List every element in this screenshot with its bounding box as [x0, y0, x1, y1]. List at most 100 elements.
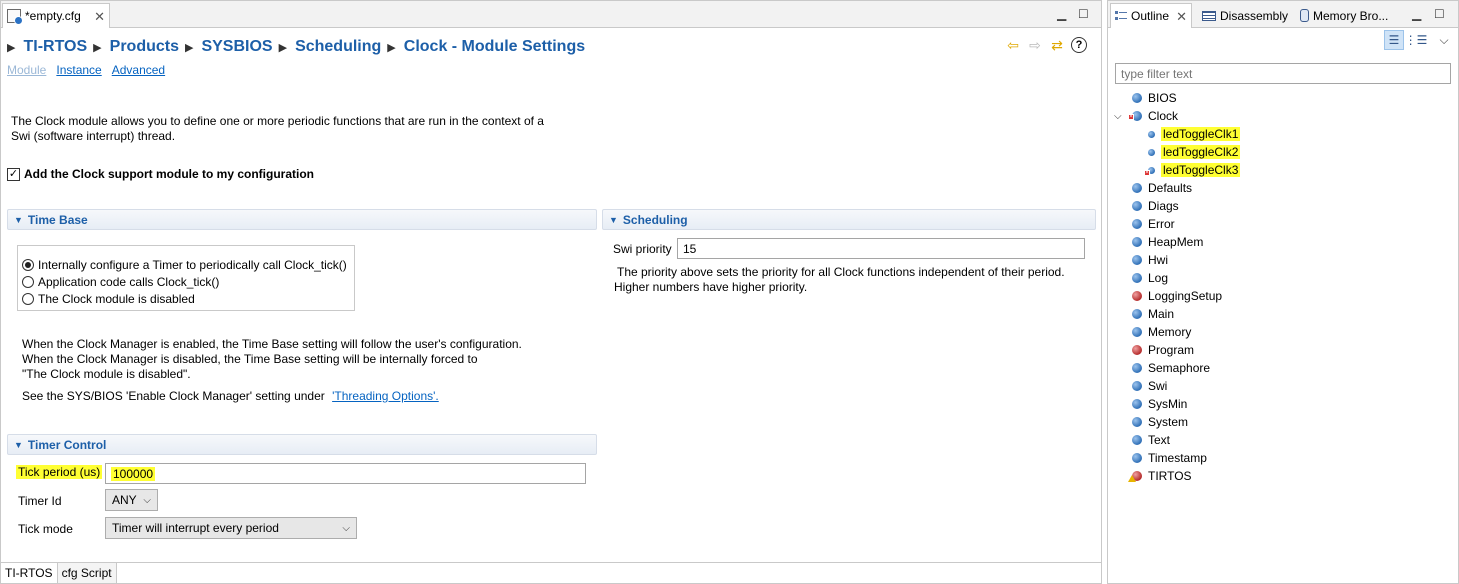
time-base-option-disabled[interactable]: The Clock module is disabled	[22, 290, 350, 307]
red-module-icon	[1132, 345, 1142, 355]
subtab-module[interactable]: Module	[7, 63, 46, 77]
note-line: When the Clock Manager is enabled, the T…	[22, 337, 522, 351]
close-icon[interactable]: ✕	[1176, 10, 1187, 23]
collapse-triangle-icon: ▼	[14, 439, 23, 450]
tree-item-defaults[interactable]: Defaults	[1114, 179, 1240, 197]
radio-button[interactable]	[22, 258, 34, 271]
tab-memory-label: Memory Bro...	[1313, 8, 1389, 23]
tree-item-label: Text	[1148, 433, 1171, 447]
subtab-advanced[interactable]: Advanced	[112, 63, 165, 77]
swi-priority-input[interactable]: 15	[677, 238, 1085, 259]
time-base-section-header[interactable]: ▼ Time Base	[7, 209, 597, 230]
note-line: "The Clock module is disabled".	[22, 367, 191, 381]
swi-priority-value: 15	[683, 241, 697, 256]
tree-item-memory[interactable]: Memory	[1114, 323, 1240, 341]
blue-module-icon	[1132, 309, 1142, 319]
see-threading-row: See the SYS/BIOS 'Enable Clock Manager' …	[22, 389, 439, 403]
tab-outline[interactable]: Outline ✕	[1110, 3, 1192, 28]
note-line: The priority above sets the priority for…	[617, 265, 1065, 279]
tree-item-text[interactable]: Text	[1114, 431, 1240, 449]
tree-item-label: Log	[1148, 271, 1169, 285]
scheduling-section-header[interactable]: ▼ Scheduling	[602, 209, 1096, 230]
tree-item-label: ledToggleClk3	[1161, 163, 1241, 177]
memory-icon	[1300, 9, 1309, 22]
blue-module-icon	[1132, 453, 1142, 463]
tab-outline-label: Outline	[1131, 9, 1170, 23]
time-base-option-application[interactable]: Application code calls Clock_tick()	[22, 273, 350, 290]
maximize-icon[interactable]: ☐	[1434, 7, 1445, 21]
tree-item-label: Memory	[1148, 325, 1192, 339]
tick-period-input[interactable]: 100000	[105, 463, 586, 484]
time-base-option-internal-timer[interactable]: Internally configure a Timer to periodic…	[22, 256, 350, 273]
outline-icon	[1115, 10, 1127, 22]
threading-options-link[interactable]: 'Threading Options'.	[332, 389, 439, 403]
radio-label: The Clock module is disabled	[38, 291, 195, 306]
tree-item-ledtoggleclk2[interactable]: ledToggleClk2	[1114, 143, 1241, 161]
breadcrumb-item-ti-rtos[interactable]: TI-RTOS	[23, 38, 87, 56]
tree-item-main[interactable]: Main	[1114, 305, 1240, 323]
radio-button[interactable]	[22, 275, 34, 288]
sync-icon[interactable]: ⇄	[1049, 37, 1065, 53]
blue-module-icon: ×	[1128, 111, 1142, 121]
add-module-checkbox[interactable]: ✓	[7, 167, 20, 181]
breadcrumb-item-sysbios[interactable]: SYSBIOS	[201, 38, 272, 56]
tree-item-clock[interactable]: ⌵ × Clock	[1114, 107, 1240, 125]
back-arrow-icon[interactable]: ⇦	[1005, 37, 1021, 53]
clock-manager-note: When the Clock Manager is enabled, the T…	[22, 337, 582, 382]
view-menu-chevron-icon[interactable]: ⌵	[1434, 30, 1454, 50]
tree-item-diags[interactable]: Diags	[1114, 197, 1240, 215]
tree-item-label: Swi	[1148, 379, 1168, 393]
red-module-icon	[1132, 291, 1142, 301]
minimize-icon[interactable]: ▁	[1057, 7, 1066, 21]
tab-disassembly[interactable]: Disassembly	[1198, 3, 1292, 28]
tree-item-label: Defaults	[1148, 181, 1193, 195]
timer-id-label: Timer Id	[18, 494, 62, 508]
flat-view-icon[interactable]: ⋮☰	[1405, 30, 1428, 50]
tree-item-heapmem[interactable]: HeapMem	[1114, 233, 1240, 251]
blue-module-icon: ×	[1144, 166, 1155, 176]
timer-id-select[interactable]: ANY ⌵	[105, 489, 158, 511]
tree-item-log[interactable]: Log	[1114, 269, 1240, 287]
tree-item-tirtos[interactable]: TIRTOS	[1114, 467, 1240, 485]
tree-item-swi[interactable]: Swi	[1114, 377, 1240, 395]
editor-tab-empty-cfg[interactable]: *empty.cfg ✕	[2, 3, 110, 28]
blue-module-icon	[1132, 417, 1142, 427]
subtab-instance[interactable]: Instance	[56, 63, 101, 77]
expand-chevron-icon[interactable]: ⌵	[1114, 111, 1126, 122]
tree-item-loggingsetup[interactable]: LoggingSetup	[1114, 287, 1240, 305]
tick-mode-select[interactable]: Timer will interrupt every period ⌵	[105, 517, 357, 539]
maximize-icon[interactable]: ☐	[1078, 7, 1089, 21]
breadcrumb-item-products[interactable]: Products	[110, 38, 179, 56]
tree-item-ledtoggleclk1[interactable]: ledToggleClk1	[1114, 125, 1241, 143]
tree-item-error[interactable]: Error	[1114, 215, 1240, 233]
tree-item-sysmin[interactable]: SysMin	[1114, 395, 1240, 413]
tree-item-bios[interactable]: BIOS	[1114, 89, 1240, 107]
tab-memory-browser[interactable]: Memory Bro...	[1296, 3, 1392, 28]
forward-arrow-icon[interactable]: ⇨	[1027, 37, 1043, 53]
bottom-tab-cfg-script[interactable]: cfg Script	[57, 563, 117, 583]
tree-item-label: System	[1148, 415, 1189, 429]
blue-module-icon	[1132, 399, 1142, 409]
editor-bottom-tabs: TI-RTOS cfg Script	[1, 562, 1101, 583]
breadcrumb-arrow-icon: ▶	[387, 41, 396, 54]
blue-module-icon	[1132, 381, 1142, 391]
radio-button[interactable]	[22, 292, 34, 305]
hierarchical-view-icon[interactable]: ☰	[1384, 30, 1404, 50]
tree-item-ledtoggleclk3[interactable]: × ledToggleClk3	[1114, 161, 1241, 179]
breadcrumb-item-scheduling[interactable]: Scheduling	[295, 38, 381, 56]
bottom-tab-ti-rtos[interactable]: TI-RTOS	[1, 563, 58, 583]
tree-item-label: ledToggleClk2	[1161, 145, 1241, 159]
tree-item-hwi[interactable]: Hwi	[1114, 251, 1240, 269]
close-icon[interactable]: ✕	[94, 10, 105, 23]
add-module-label: Add the Clock support module to my confi…	[24, 167, 314, 181]
tree-item-program[interactable]: Program	[1114, 341, 1240, 359]
tree-item-system[interactable]: System	[1114, 413, 1240, 431]
outline-tab-bar: Outline ✕ Disassembly Memory Bro... ▁ ☐	[1108, 1, 1458, 28]
help-icon[interactable]: ?	[1071, 37, 1087, 53]
timer-control-section-header[interactable]: ▼ Timer Control	[7, 434, 597, 455]
add-module-row[interactable]: ✓ Add the Clock support module to my con…	[7, 167, 314, 181]
tree-item-timestamp[interactable]: Timestamp	[1114, 449, 1240, 467]
tree-item-semaphore[interactable]: Semaphore	[1114, 359, 1240, 377]
minimize-icon[interactable]: ▁	[1412, 7, 1421, 21]
filter-input[interactable]	[1115, 63, 1451, 84]
